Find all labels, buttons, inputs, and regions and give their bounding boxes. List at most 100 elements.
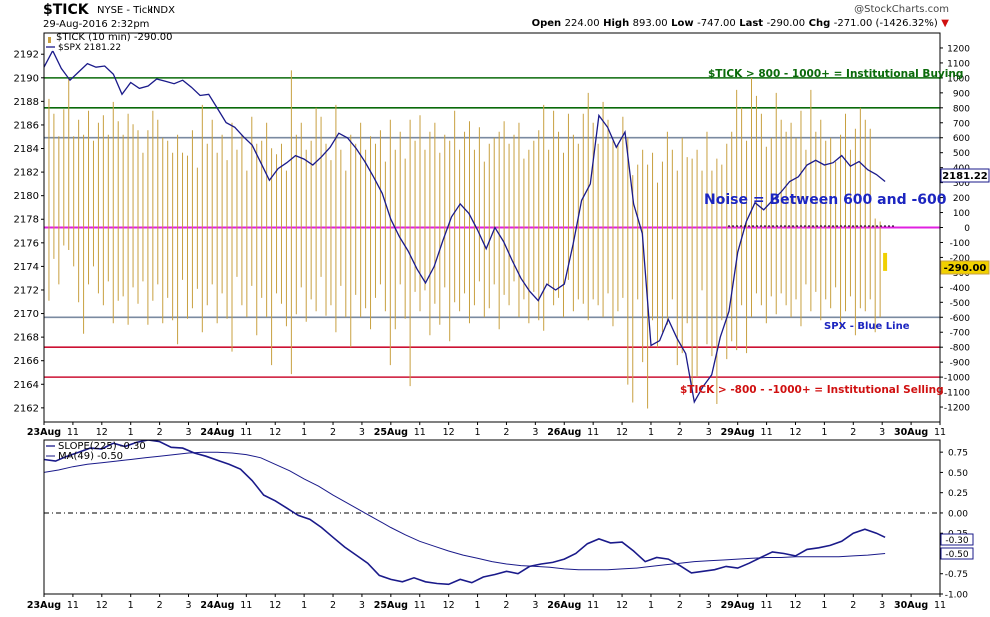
x-axis-tick-label: 1 (475, 427, 481, 438)
indicator-y-tick-label: 0.50 (948, 469, 968, 479)
ma-legend-label: MA(49) -0.50 (58, 451, 123, 462)
down-arrow-icon: ▼ (941, 18, 949, 29)
chg-value: -271.00 (-1426.32%) (834, 18, 938, 29)
y-left-tick-label: 2168 (14, 333, 39, 344)
indicator-x-axis-tick-label: 11 (414, 600, 426, 611)
indicator-x-axis-tick-label: 11 (761, 600, 773, 611)
spx-legend-label: $SPX 2181.22 (58, 43, 121, 53)
y-right-tick-label: -600 (950, 314, 971, 324)
spx-last-badge: 2181.22 (940, 168, 990, 183)
y-right-tick-label: -1000 (944, 374, 970, 384)
x-axis-tick-label: 12 (96, 427, 108, 438)
y-right-tick-label: -400 (950, 284, 971, 294)
quote-summary: Open 224.00 High 893.00 Low -747.00 Last… (532, 18, 950, 29)
indicator-x-axis-tick-label: 29Aug (721, 600, 755, 611)
indicator-x-axis-tick-label: 1 (821, 600, 827, 611)
y-right-tick-label: -900 (950, 359, 971, 369)
symbol-index: INDX (150, 5, 175, 16)
x-axis-tick-label: 12 (269, 427, 281, 438)
x-axis-tick-label: 11 (414, 427, 426, 438)
noise-band-label: Noise = Between 600 and -600 (704, 192, 947, 208)
indicator-x-axis-tick-label: 2 (850, 600, 856, 611)
symbol-description: NYSE - Tick (97, 5, 153, 16)
x-axis-tick-label: 23Aug (27, 427, 61, 438)
indicator-x-axis-tick-label: 3 (532, 600, 538, 611)
indicator-x-axis-tick-label: 1 (301, 600, 307, 611)
y-left-tick-label: 2188 (14, 97, 39, 108)
indicator-x-axis-tick-label: 12 (789, 600, 801, 611)
indicator-x-axis-tick-label: 12 (616, 600, 628, 611)
indicator-x-axis-tick-label: 30Aug (894, 600, 928, 611)
spx-line-label: SPX - Blue Line (824, 321, 910, 332)
x-axis-tick-label: 3 (532, 427, 538, 438)
tick-last-badge: -290.00 (940, 260, 990, 275)
last-label: Last (739, 18, 763, 29)
last-value: -290.00 (767, 18, 806, 29)
indicator-y-tick-label: -0.75 (945, 570, 968, 580)
indicator-x-axis-tick-label: 12 (443, 600, 455, 611)
indicator-x-axis-tick-label: 23Aug (27, 600, 61, 611)
symbol-title: $TICK (43, 2, 90, 18)
chart-datetime: 29-Aug-2016 2:32pm (43, 19, 149, 30)
x-axis-tick-label: 11 (240, 427, 252, 438)
x-axis-tick-label: 2 (330, 427, 336, 438)
ma-last-badge: -0.50 (940, 547, 974, 560)
tick-last-badge-label: -290.00 (944, 263, 987, 274)
spx-last-badge-label: 2181.22 (942, 171, 988, 182)
x-axis-tick-label: 1 (301, 427, 307, 438)
y-right-tick-label: 700 (953, 119, 970, 129)
high-label: High (603, 18, 629, 29)
x-axis-tick-label: 3 (359, 427, 365, 438)
y-right-tick-label: 200 (953, 194, 970, 204)
indicator-x-axis-tick-label: 11 (67, 600, 79, 611)
open-label: Open (532, 18, 562, 29)
y-left-tick-label: 2192 (14, 50, 39, 61)
stockcharts-figure: $TICK NYSE - Tick INDX 29-Aug-2016 2:32p… (14, 2, 990, 611)
x-axis-tick-label: 1 (821, 427, 827, 438)
y-right-tick-label: -1200 (944, 404, 970, 414)
y-right-tick-label: 1200 (947, 44, 970, 54)
x-axis-tick-label: 11 (934, 427, 946, 438)
x-axis-tick-label: 2 (157, 427, 163, 438)
tick-bar (883, 252, 888, 271)
x-axis-tick-label: 25Aug (374, 427, 408, 438)
y-right-tick-label: -1100 (944, 389, 970, 399)
tick-legend-label: $TICK (10 min) -290.00 (56, 32, 172, 43)
y-left-tick-label: 2164 (14, 380, 39, 391)
indicator-x-axis-tick-label: 1 (128, 600, 134, 611)
x-axis-tick-label: 29Aug (721, 427, 755, 438)
x-axis-tick-label: 12 (443, 427, 455, 438)
x-axis-tick-label: 24Aug (200, 427, 234, 438)
indicator-x-axis-tick-label: 2 (330, 600, 336, 611)
y-right-tick-label: -100 (950, 239, 971, 249)
y-left-tick-label: 2162 (14, 403, 39, 414)
low-label: Low (671, 18, 693, 29)
indicator-x-axis-tick-label: 1 (475, 600, 481, 611)
indicator-x-axis-tick-label: 3 (879, 600, 885, 611)
y-left-tick-label: 2166 (14, 356, 39, 367)
chg-label: Chg (809, 18, 831, 29)
indicator-x-axis-tick-label: 24Aug (200, 600, 234, 611)
indicator-x-axis-tick-label: 1 (648, 600, 654, 611)
x-axis-tick-label: 11 (67, 427, 79, 438)
y-left-tick-label: 2172 (14, 285, 39, 296)
x-axis-tick-label: 30Aug (894, 427, 928, 438)
chart-stage: $TICK NYSE - Tick INDX 29-Aug-2016 2:32p… (0, 0, 990, 613)
x-axis-tick-label: 12 (616, 427, 628, 438)
y-left-tick-label: 2182 (14, 168, 39, 179)
indicator-x-axis-tick-label: 11 (240, 600, 252, 611)
slope-last-badge-label: -0.30 (945, 536, 969, 546)
institutional-selling-label: $TICK > -800 - -1000+ = Institutional Se… (680, 384, 944, 396)
x-axis-tick-label: 11 (587, 427, 599, 438)
y-left-tick-label: 2178 (14, 215, 39, 226)
indicator-x-axis-tick-label: 12 (96, 600, 108, 611)
x-axis-tick-label: 1 (648, 427, 654, 438)
indicator-y-tick-label: 0.25 (948, 489, 968, 499)
x-axis-tick-label: 3 (185, 427, 191, 438)
y-left-tick-label: 2174 (14, 262, 39, 273)
indicator-x-axis-tick-label: 11 (587, 600, 599, 611)
y-left-tick-label: 2186 (14, 120, 39, 131)
x-axis-tick-label: 26Aug (547, 427, 581, 438)
indicator-panel (44, 440, 940, 594)
indicator-x-axis-tick-label: 3 (359, 600, 365, 611)
